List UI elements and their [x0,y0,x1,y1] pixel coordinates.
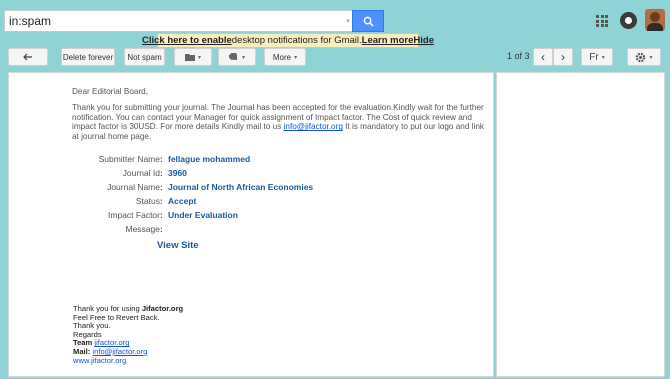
more-caret: ▾ [294,54,298,61]
learn-more-link[interactable]: Learn more [362,35,414,46]
avatar[interactable] [645,9,665,31]
detail-label: Journal Name [107,182,160,192]
labels-button[interactable]: ▾ [218,48,256,66]
newer-button[interactable]: ‹ [533,48,553,66]
detail-label: Impact Factor [108,210,160,220]
detail-row-journal-name: Journal Name : Journal of North African … [107,182,314,192]
email-paragraph: Thank you for submitting your journal. T… [72,103,484,141]
toolbar: Delete forever Not spam ▾ ▾ More ▾ 1 of … [0,48,670,68]
settings-button[interactable]: ▾ [627,48,661,66]
more-button[interactable]: More ▾ [264,48,306,66]
input-tools-caret: ▾ [601,54,605,61]
back-button[interactable] [8,48,48,66]
email-signature: Thank you for using Jifactor.org Feel Fr… [73,304,183,366]
delete-forever-button[interactable]: Delete forever [61,48,115,66]
move-to-button[interactable]: ▾ [174,48,212,66]
apps-grid-icon[interactable] [596,15,608,27]
desktop-notification-banner: Click here to enable desktop notificatio… [142,33,434,48]
contact-email-link[interactable]: info@jifactor.org [284,122,343,131]
detail-row-status: Status : Accept [135,196,197,206]
not-spam-button[interactable]: Not spam [124,48,165,66]
right-side-panel [496,72,665,377]
detail-row-impact-factor: Impact Factor : Under Evaluation [108,210,238,220]
notifications-icon[interactable] [620,12,637,29]
search-box[interactable]: ▾ [4,10,356,32]
back-arrow-icon [23,53,32,61]
hide-link[interactable]: Hide [413,35,434,46]
detail-row-submitter: Submitter Name : fellague mohammed [98,154,251,164]
settings-caret: ▾ [649,54,653,61]
move-to-caret: ▾ [197,54,201,61]
email-body: Dear Editorial Board, Thank you for subm… [72,87,492,148]
chevron-left-icon: ‹ [541,50,545,64]
folder-icon [184,54,195,61]
detail-label: Status [135,196,160,206]
detail-value: fellague mohammed [168,154,251,164]
search-icon [363,16,374,27]
input-tools-label: Fr [589,51,599,63]
enable-notifications-link[interactable]: Click here to enable [142,35,232,46]
detail-value: Accept [168,196,197,206]
labels-caret: ▾ [241,54,245,61]
notification-text: desktop notifications for Gmail. [231,35,362,46]
detail-label: Message [125,224,161,234]
mail-link[interactable]: info@jifactor.org [92,347,147,356]
submission-details: Submitter Name : fellague mohammed Journ… [72,154,372,238]
detail-value: Under Evaluation [168,210,238,220]
search-input[interactable] [5,11,341,31]
email-message-panel: Dear Editorial Board, Thank you for subm… [8,72,494,377]
detail-value: Journal of North African Economies [168,182,314,192]
website-link[interactable]: www.jifactor.org [73,356,183,366]
detail-row-message: Message : [125,224,163,234]
input-tools-button[interactable]: Fr ▾ [581,48,613,66]
view-site-link[interactable]: View Site [157,240,199,251]
paging-count: 1 of 3 [507,51,530,61]
search-button[interactable] [352,10,384,32]
detail-value: 3960 [168,168,187,178]
more-label: More [272,52,292,62]
label-icon [228,52,238,60]
detail-row-journal-id: Journal Id : 3960 [122,168,187,178]
detail-label: Submitter Name [98,154,160,164]
chevron-right-icon: › [561,50,565,64]
detail-label: Journal Id [122,168,160,178]
settings-gear-icon [636,52,646,62]
email-greeting: Dear Editorial Board, [72,87,148,96]
older-button[interactable]: › [553,48,573,66]
